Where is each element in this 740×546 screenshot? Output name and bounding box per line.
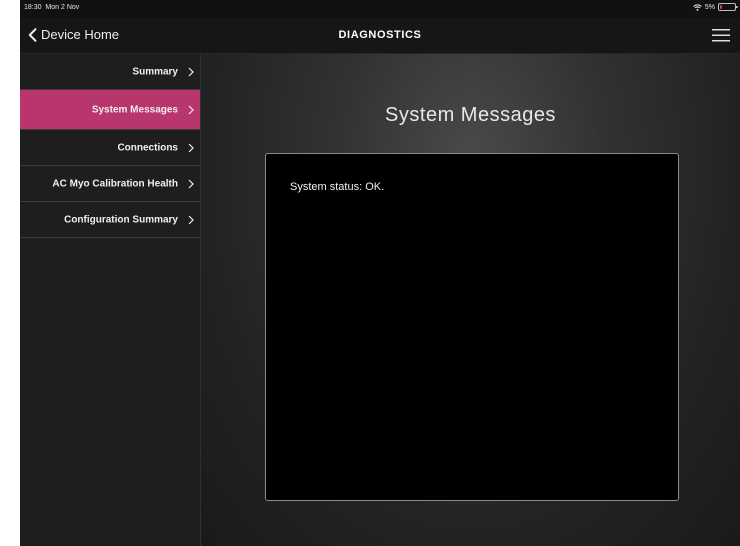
status-clock: 18:30 <box>24 4 42 11</box>
hamburger-menu-icon <box>712 27 730 43</box>
system-messages-panel[interactable]: System status: OK. <box>265 153 679 501</box>
sidebar: Summary System Messages Connections AC M… <box>20 54 201 546</box>
status-time: 18:30 Mon 2 Nov <box>24 4 79 11</box>
battery-percent: 5% <box>704 3 715 11</box>
menu-button[interactable] <box>712 27 730 43</box>
sidebar-item-label: AC Myo Calibration Health <box>52 178 178 189</box>
sidebar-item-label: Configuration Summary <box>64 214 178 225</box>
chevron-right-icon <box>188 143 194 153</box>
page-header-title: DIAGNOSTICS <box>338 29 422 41</box>
main-content: System Messages System status: OK. <box>201 54 740 546</box>
chevron-right-icon <box>188 215 194 225</box>
system-message-text: System status: OK. <box>290 181 385 193</box>
battery-icon <box>718 3 738 11</box>
status-indicators: 5% <box>693 3 738 11</box>
device-screen: 18:30 Mon 2 Nov 5% Device Home DIAGNOSTI… <box>20 0 740 546</box>
sidebar-item-label: System Messages <box>91 104 178 115</box>
sidebar-item-label: Connections <box>117 142 178 153</box>
chevron-right-icon <box>188 179 194 189</box>
sidebar-item-label: Summary <box>132 66 178 77</box>
sidebar-item-connections[interactable]: Connections <box>20 130 200 166</box>
sidebar-item-system-messages[interactable]: System Messages <box>20 90 200 130</box>
wifi-icon <box>693 3 702 11</box>
status-bar: 18:30 Mon 2 Nov 5% <box>20 0 740 18</box>
sidebar-item-summary[interactable]: Summary <box>20 54 200 90</box>
sidebar-item-ac-myo-calibration-health[interactable]: AC Myo Calibration Health <box>20 166 200 202</box>
status-date: Mon 2 Nov <box>45 4 80 11</box>
chevron-right-icon <box>188 67 194 77</box>
page-title: System Messages <box>385 104 556 126</box>
chevron-right-icon <box>188 105 194 115</box>
sidebar-item-configuration-summary[interactable]: Configuration Summary <box>20 202 200 238</box>
nav-bar: Device Home DIAGNOSTICS <box>20 18 740 54</box>
